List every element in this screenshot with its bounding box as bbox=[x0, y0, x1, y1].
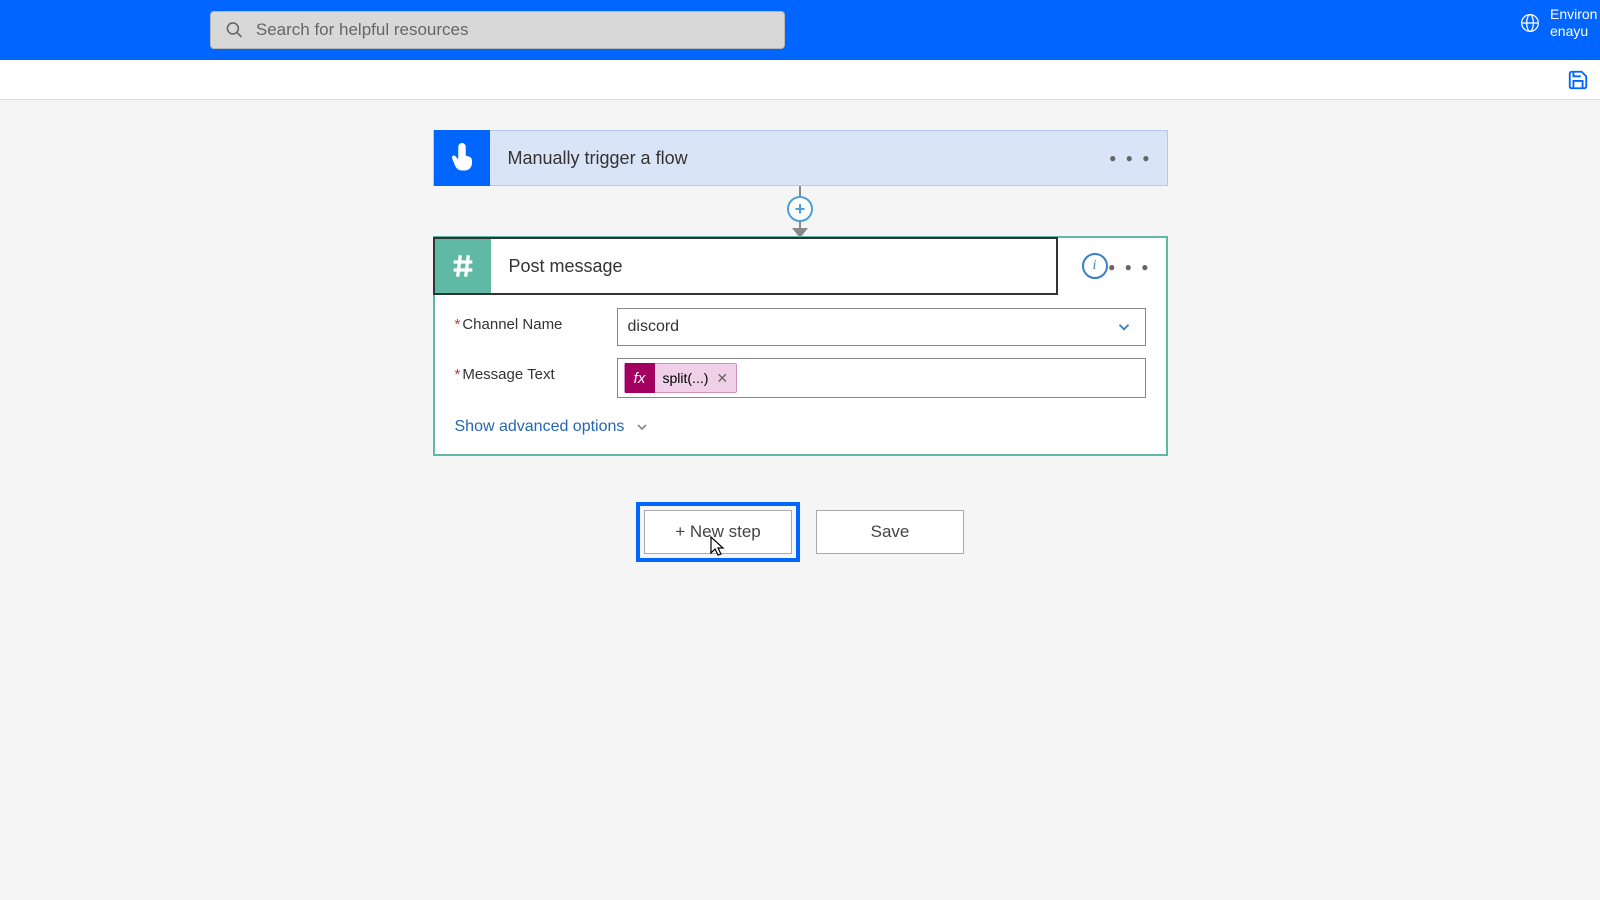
chevron-down-icon bbox=[634, 419, 650, 435]
show-advanced-toggle[interactable]: Show advanced options bbox=[455, 418, 651, 436]
trigger-more-button[interactable]: ● ● ● bbox=[1109, 151, 1152, 165]
touch-icon bbox=[447, 143, 477, 173]
sub-bar bbox=[0, 60, 1600, 100]
fx-icon: fx bbox=[625, 363, 655, 393]
save-icon bbox=[1567, 69, 1589, 91]
expression-token[interactable]: fx split(...) ✕ bbox=[624, 363, 738, 393]
environment-picker[interactable]: Environ enayu bbox=[1520, 6, 1600, 40]
message-field-row: *Message Text fx split(...) ✕ bbox=[455, 358, 1146, 398]
search-box[interactable] bbox=[210, 11, 785, 49]
token-text: split(...) bbox=[663, 370, 709, 386]
action-more-button[interactable]: ● ● ● bbox=[1108, 260, 1151, 274]
message-label: *Message Text bbox=[455, 358, 617, 383]
info-button[interactable]: i bbox=[1082, 253, 1108, 279]
action-header[interactable]: Post message i ● ● ● bbox=[435, 238, 1166, 296]
cursor-icon bbox=[708, 535, 728, 559]
flow-canvas: Manually trigger a flow ● ● ● + Post mes… bbox=[0, 100, 1600, 562]
remove-token-button[interactable]: ✕ bbox=[716, 370, 728, 387]
trigger-icon-box bbox=[434, 130, 490, 186]
hash-icon bbox=[447, 250, 479, 282]
save-button[interactable]: Save bbox=[816, 510, 964, 554]
channel-label: *Channel Name bbox=[455, 308, 617, 333]
insert-step-button[interactable]: + bbox=[787, 196, 813, 222]
env-label: Environ bbox=[1550, 6, 1597, 23]
trigger-title: Manually trigger a flow bbox=[490, 148, 688, 169]
connector: + bbox=[433, 186, 1168, 236]
button-row: + New step Save bbox=[0, 502, 1600, 562]
action-body: *Channel Name discord *Message Text fx s… bbox=[435, 296, 1166, 454]
channel-dropdown[interactable]: discord bbox=[617, 308, 1146, 346]
message-text-input[interactable]: fx split(...) ✕ bbox=[617, 358, 1146, 398]
save-icon-button[interactable] bbox=[1566, 68, 1590, 92]
env-value: enayu bbox=[1550, 23, 1597, 40]
channel-field-row: *Channel Name discord bbox=[455, 308, 1146, 346]
search-input[interactable] bbox=[256, 20, 770, 40]
new-step-highlight: + New step bbox=[636, 502, 800, 562]
globe-icon bbox=[1520, 13, 1540, 33]
top-bar: Environ enayu bbox=[0, 0, 1600, 60]
trigger-card[interactable]: Manually trigger a flow ● ● ● bbox=[433, 130, 1168, 186]
channel-value: discord bbox=[628, 318, 680, 336]
action-icon-box bbox=[435, 239, 491, 293]
action-title: Post message bbox=[491, 256, 623, 277]
chevron-down-icon bbox=[1115, 318, 1133, 336]
search-icon bbox=[225, 20, 244, 40]
new-step-button[interactable]: + New step bbox=[644, 510, 792, 554]
action-card: Post message i ● ● ● *Channel Name disco… bbox=[433, 236, 1168, 456]
